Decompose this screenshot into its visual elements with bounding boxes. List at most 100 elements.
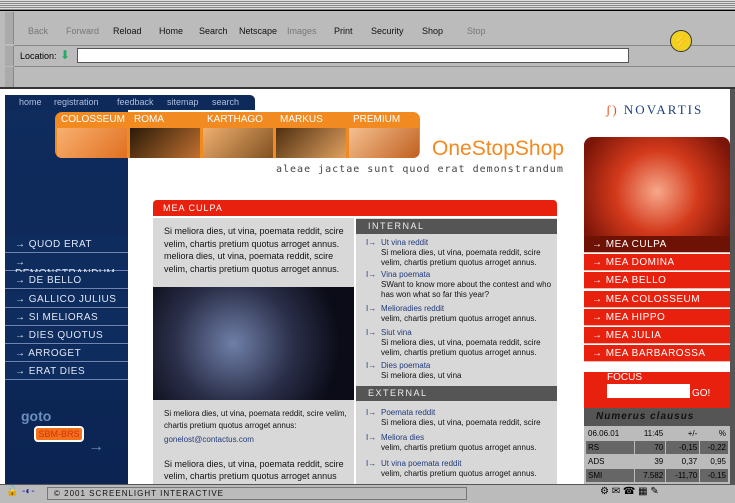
link-title[interactable]: Ut vina poemata reddit (366, 459, 556, 469)
left-menu-item[interactable]: → ERAT DIES (5, 363, 128, 381)
link-title[interactable]: Dies poemata (366, 361, 556, 371)
goto-sbm-brs-button[interactable]: goto SBM-BRS → (20, 408, 110, 460)
toolbar-button-security[interactable]: Security (371, 26, 404, 36)
link-title[interactable]: Meliora dies (366, 433, 556, 443)
left-menu-item[interactable]: → QUOD ERAT (5, 236, 128, 253)
menu-label: QUOD ERAT (28, 239, 92, 250)
left-menu-item[interactable]: → DIES QUOTUS (5, 327, 128, 344)
netscape-throbber-icon[interactable]: ⚡ (670, 30, 692, 52)
vertical-scrollbar[interactable] (730, 89, 735, 484)
arrow-right-icon: → (15, 293, 29, 305)
external-link-item[interactable]: I→ Meliora dies velim, chartis pretium quo… (366, 433, 556, 453)
link-desc: velim, chartis pretium quotus arroget an… (381, 469, 537, 478)
toolbar-button-back[interactable]: Back (28, 26, 48, 36)
arrow-right-icon: I→ (366, 408, 377, 417)
topnav-search[interactable]: search (212, 97, 239, 107)
menu-label: GALLICO JULIUS (28, 293, 117, 305)
personal-collapse-handle[interactable] (5, 67, 14, 87)
menu-label: ARROGET (28, 348, 82, 360)
menu-label: MEA JULIA (605, 330, 662, 341)
toolbar-button-forward[interactable]: Forward (66, 26, 99, 36)
category-tabs: COLOSSEUM ROMA KARTHAGO MARKUS PREMIUM (55, 112, 420, 158)
internal-link-item[interactable]: I→ Melioradies reddit velim, chartis preti… (366, 304, 556, 324)
right-menu-item[interactable]: → MEA BARBAROSSA (584, 345, 730, 363)
menu-label: MEA DOMINA (605, 257, 675, 269)
table-cell: 0,95 (710, 457, 726, 466)
tab-image (130, 128, 200, 158)
internal-link-item[interactable]: I→ Siut vina Si meliora dies, ut vina, poe… (366, 328, 556, 358)
tab-colosseum[interactable]: COLOSSEUM (57, 112, 127, 158)
people-photo (153, 287, 354, 400)
topnav-registration[interactable]: registration (54, 97, 99, 107)
tagline: aleae jactae sunt quod erat demonstrandu… (276, 164, 564, 175)
right-menu-item[interactable]: → MEA BELLO (584, 272, 730, 290)
link-desc: SWant to know more about the contest and… (381, 280, 552, 299)
link-desc: Si meliora dies, ut vina, poemata reddit… (381, 338, 541, 357)
toolbar-button-home[interactable]: Home (159, 26, 183, 36)
right-menu-item[interactable]: → MEA JULIA (584, 327, 730, 344)
tab-premium[interactable]: PREMIUM (349, 112, 419, 158)
sbm-brs-label: SBM-BRS (34, 426, 84, 442)
internal-link-item[interactable]: I→ Vina poemata SWant to know more about t… (366, 270, 556, 300)
arrow-right-icon: → (592, 257, 606, 269)
table-cell: -0,22 (700, 441, 728, 454)
right-menu-item[interactable]: → MEA COLOSSEUM (584, 290, 730, 308)
location-input[interactable] (77, 48, 629, 63)
email-link[interactable]: gonelost@contactus.com (164, 434, 354, 447)
location-collapse-handle[interactable] (5, 46, 14, 66)
left-menu-item[interactable]: → ARROGET (5, 345, 128, 363)
table-cell: ADS (588, 457, 605, 466)
novartis-logo[interactable]: ʃ) NOVARTIS (606, 102, 703, 118)
security-lock-icon[interactable]: 🔓 (6, 486, 18, 497)
internal-header: INTERNAL (356, 219, 557, 234)
tab-roma[interactable]: ROMA (130, 112, 200, 158)
link-desc: Si meliora dies, ut vina (381, 371, 462, 380)
toolbar-collapse-handle[interactable] (5, 12, 14, 44)
topnav-home[interactable]: home (19, 97, 42, 107)
go-button[interactable]: GO! (692, 388, 710, 399)
site-title: OneStopShop (432, 137, 564, 160)
focus-search: FOCUS GO! (584, 372, 730, 408)
right-menu-item[interactable]: → MEA HIPPO (584, 308, 730, 326)
right-menu-item[interactable]: → MEA DOMINA (584, 254, 730, 272)
page-proxy-icon[interactable]: ⬇ (60, 48, 70, 62)
toolbar-button-search[interactable]: Search (199, 26, 228, 36)
location-label: Location: (20, 51, 57, 61)
tab-markus[interactable]: MARKUS (276, 112, 346, 158)
link-title[interactable]: Melioradies reddit (366, 304, 556, 314)
toolbar-button-reload[interactable]: Reload (113, 26, 142, 36)
toolbar-button-stop[interactable]: Stop (467, 26, 486, 36)
left-menu-item[interactable]: → SI MELIORAS (5, 308, 128, 326)
toolbar-button-images[interactable]: Images (287, 26, 317, 36)
stock-table: 06.06.01 11:45 +/-% RS 70 -0,15 -0,22 ADS 39 0,37… (584, 426, 730, 484)
internal-link-item[interactable]: I→ Ut vina reddit Si meliora dies, ut vina… (366, 238, 556, 268)
arrow-right-icon: I→ (366, 459, 377, 468)
external-link-item[interactable]: I→ Poemata reddit Si meliora dies, ut vina… (366, 408, 556, 428)
table-header-cell: % (718, 429, 726, 438)
link-title[interactable]: Poemata reddit (366, 408, 556, 418)
focus-input[interactable] (607, 384, 690, 398)
component-bar-icons[interactable]: ⚙ ✉ ☎ ▦ ✎ (600, 486, 659, 497)
arrow-right-icon: → (592, 275, 606, 287)
internal-link-item[interactable]: I→ Dies poemata Si meliora dies, ut vina (366, 361, 556, 381)
toolbar-button-shop[interactable]: Shop (422, 26, 443, 36)
external-link-item[interactable]: I→ Ut vina poemata reddit velim, chartis p… (366, 459, 556, 479)
topnav-sitemap[interactable]: sitemap (167, 97, 199, 107)
topnav-feedback[interactable]: feedback (117, 97, 154, 107)
right-menu-item[interactable]: → MEA CULPA (584, 236, 730, 253)
link-title[interactable]: Ut vina reddit (366, 238, 556, 248)
link-title[interactable]: Siut vina (366, 328, 556, 338)
link-title[interactable]: Vina poemata (366, 270, 556, 280)
toolbar-button-print[interactable]: Print (334, 26, 353, 36)
left-menu-item[interactable]: → DEMONSTRANDUM (5, 254, 128, 279)
intro-text: Si meliora dies, ut vina, poemata reddit… (164, 226, 344, 274)
tab-karthago[interactable]: KARTHAGO (203, 112, 273, 158)
menu-label: SI MELIORAS (28, 311, 99, 323)
outro-text: Si meliora dies, ut vina, poemata reddit… (164, 459, 344, 481)
left-menu-item[interactable]: → GALLICO JULIUS (5, 290, 128, 308)
left-menu-item[interactable]: → DE BELLO (5, 272, 128, 290)
connection-icon: -◐- (22, 486, 35, 497)
toolbar-button-netscape[interactable]: Netscape (239, 26, 277, 36)
table-header-cell: 06.06.01 (588, 429, 620, 438)
tab-label: ROMA (134, 114, 164, 125)
